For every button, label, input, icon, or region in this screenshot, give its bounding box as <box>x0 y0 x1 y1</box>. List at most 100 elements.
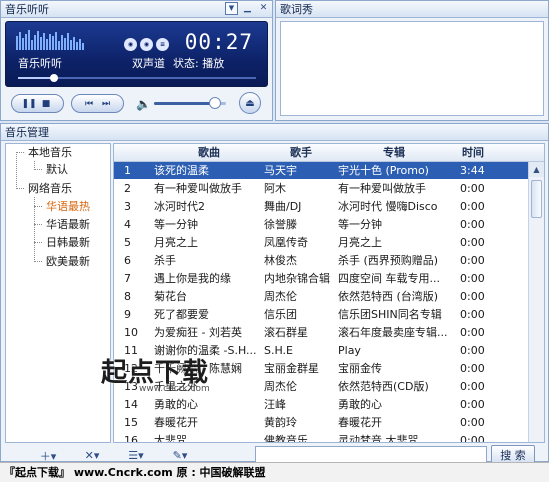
status-value: 播放 <box>202 57 225 70</box>
volume-icon[interactable]: 🔈 <box>136 97 151 111</box>
row-artist: 周杰伦 <box>264 290 297 303</box>
row-time: 0:00 <box>460 272 485 285</box>
column-time[interactable]: 时间 <box>450 144 496 162</box>
table-row[interactable]: 10 为爱痴狂 - 刘若英 滚石群星 滚石年度最卖座专辑... 0:00 <box>114 324 528 341</box>
shuffle-mode-icon[interactable]: ◉ <box>140 38 153 51</box>
prev-icon[interactable]: ⏮ <box>82 97 96 110</box>
song-label: 音乐听听 <box>18 57 62 70</box>
scroll-up-icon[interactable]: ▲ <box>529 162 544 177</box>
row-album: 春暖花开 <box>338 416 382 429</box>
row-time: 0:00 <box>460 182 485 195</box>
progress-fill <box>18 77 54 79</box>
table-row[interactable]: 2 有一种爱叫做放手 阿木 有一种爱叫做放手 0:00 <box>114 180 528 197</box>
tree-item-jpkr-new[interactable]: 日韩最新 <box>46 234 90 251</box>
row-song: 谢谢你的温柔 -S.H... <box>154 344 257 357</box>
row-time: 0:00 <box>460 362 485 375</box>
row-artist: 徐誉滕 <box>264 218 297 231</box>
table-row[interactable]: 11 谢谢你的温柔 -S.H... S.H.E Play 0:00 <box>114 342 528 359</box>
manager-panel-title: 音乐管理 <box>1 124 548 141</box>
volume-slider[interactable] <box>154 97 226 109</box>
volume-handle[interactable] <box>209 97 222 109</box>
tree-item-network-music[interactable]: 网络音乐 <box>28 180 72 197</box>
table-row[interactable]: 4 等一分钟 徐誉滕 等一分钟 0:00 <box>114 216 528 233</box>
song-list-header: 歌曲 歌手 专辑 时间 <box>114 144 544 162</box>
row-number: 4 <box>124 218 131 231</box>
table-row[interactable]: 15 春暖花开 黄韵玲 春暖花开 0:00 <box>114 414 528 431</box>
column-album[interactable]: 专辑 <box>338 144 450 162</box>
equalizer-bar <box>79 39 81 50</box>
menu-icon[interactable]: ▼ <box>225 2 238 15</box>
equalizer-bar <box>76 42 78 50</box>
tree-item-local-music[interactable]: 本地音乐 <box>28 144 72 161</box>
equalizer-bar <box>58 41 60 50</box>
row-album: 依然范特西 (台湾版) <box>338 290 439 303</box>
equalizer-bar <box>16 36 18 50</box>
minimize-icon[interactable]: ▁ <box>241 2 254 15</box>
row-number: 12 <box>124 362 138 375</box>
row-artist: 宝丽金群星 <box>264 362 319 375</box>
table-row[interactable]: 7 遇上你是我的缘 内地杂锦合辑 四度空间 车载专用... 0:00 <box>114 270 528 287</box>
tree-item-western-new[interactable]: 欧美最新 <box>46 253 90 270</box>
player-display: ◉ ◉ ≡ 00:27 音乐听听 双声道 状态: 播放 <box>5 21 268 87</box>
list-scrollbar[interactable]: ▲ <box>528 162 544 442</box>
play-controls: ❚❚ ■ <box>11 94 64 113</box>
row-album: 宝丽金传 <box>338 362 382 375</box>
equalizer-bar <box>19 32 21 50</box>
table-row[interactable]: 1 该死的温柔 马天宇 宇光十色 (Promo) 3:44 <box>114 162 528 179</box>
equalizer-bar <box>67 33 69 50</box>
row-song: 该死的温柔 <box>154 164 209 177</box>
row-number: 8 <box>124 290 131 303</box>
channel-label: 双声道 <box>132 57 165 70</box>
repeat-mode-icon[interactable]: ◉ <box>124 38 137 51</box>
tree-item-default[interactable]: 默认 <box>46 161 68 178</box>
player-title-text: 音乐听听 <box>5 3 49 16</box>
next-icon[interactable]: ⏭ <box>99 97 113 110</box>
row-song: 死了都要爱 <box>154 308 209 321</box>
pause-icon[interactable]: ❚❚ <box>21 97 36 110</box>
table-row[interactable]: 6 杀手 林俊杰 杀手 (西界预购赠品) 0:00 <box>114 252 528 269</box>
equalizer-bar <box>43 33 45 50</box>
row-artist: S.H.E <box>264 344 294 357</box>
row-album: 信乐团SHIN同名专辑 <box>338 308 442 321</box>
status-label: 状态: 播放 <box>173 55 224 71</box>
column-artist[interactable]: 歌手 <box>264 144 338 162</box>
equalizer-bar <box>49 34 51 50</box>
scroll-thumb[interactable] <box>531 180 542 218</box>
table-row[interactable]: 3 冰河时代2 舞曲/DJ 冰河时代 慢嗨Disco 0:00 <box>114 198 528 215</box>
player-panel: 音乐听听 ▼ ▁ ✕ ◉ ◉ ≡ 00:27 音乐听听 双声道 状态: 播放 ❚… <box>0 0 273 121</box>
equalizer-bar <box>31 40 33 50</box>
progress-handle[interactable] <box>49 74 58 82</box>
equalizer-bar <box>25 34 27 50</box>
table-row[interactable]: 16 大悲咒 佛教音乐 灵动梵音 大悲咒 0:00 <box>114 432 528 443</box>
table-row[interactable]: 14 勇敢的心 汪峰 勇敢的心 0:00 <box>114 396 528 413</box>
row-song: 大悲咒 <box>154 434 187 443</box>
equalizer-bar <box>70 40 72 50</box>
row-song: 勇敢的心 <box>154 398 198 411</box>
row-artist: 滚石群星 <box>264 326 308 339</box>
column-song[interactable]: 歌曲 <box>154 144 264 162</box>
row-album: 滚石年度最卖座专辑... <box>338 326 448 339</box>
row-artist: 周杰伦 <box>264 380 297 393</box>
tree-item-chinese-hot[interactable]: 华语最热 <box>46 198 90 215</box>
tree-item-chinese-new[interactable]: 华语最新 <box>46 216 90 233</box>
row-artist: 汪峰 <box>264 398 286 411</box>
table-row[interactable]: 9 死了都要爱 信乐团 信乐团SHIN同名专辑 0:00 <box>114 306 528 323</box>
close-icon[interactable]: ✕ <box>257 2 270 15</box>
eject-icon[interactable]: ⏏ <box>239 92 261 114</box>
lyrics-area <box>280 21 544 116</box>
row-artist: 佛教音乐 <box>264 434 308 443</box>
table-row[interactable]: 13 千里之外 周杰伦 依然范特西(CD版) 0:00 <box>114 378 528 395</box>
category-tree: 本地音乐 默认 网络音乐 华语最热 华语最新 日韩最新 欧美最新 <box>5 143 111 443</box>
equalizer-bar <box>22 38 24 50</box>
table-row[interactable]: 12 千千阙歌 - 陈慧娴 宝丽金群星 宝丽金传 0:00 <box>114 360 528 377</box>
row-song: 月亮之上 <box>154 236 198 249</box>
table-row[interactable]: 5 月亮之上 凤凰传奇 月亮之上 0:00 <box>114 234 528 251</box>
progress-bar[interactable] <box>18 74 256 82</box>
row-number: 11 <box>124 344 138 357</box>
volume-fill <box>154 102 216 105</box>
footer-banner: 『起点下载』 www.Cncrk.com 原 : 中国破解联盟 <box>0 462 549 482</box>
row-number: 13 <box>124 380 138 393</box>
playlist-mode-icon[interactable]: ≡ <box>156 38 169 51</box>
table-row[interactable]: 8 菊花台 周杰伦 依然范特西 (台湾版) 0:00 <box>114 288 528 305</box>
stop-icon[interactable]: ■ <box>39 97 53 110</box>
